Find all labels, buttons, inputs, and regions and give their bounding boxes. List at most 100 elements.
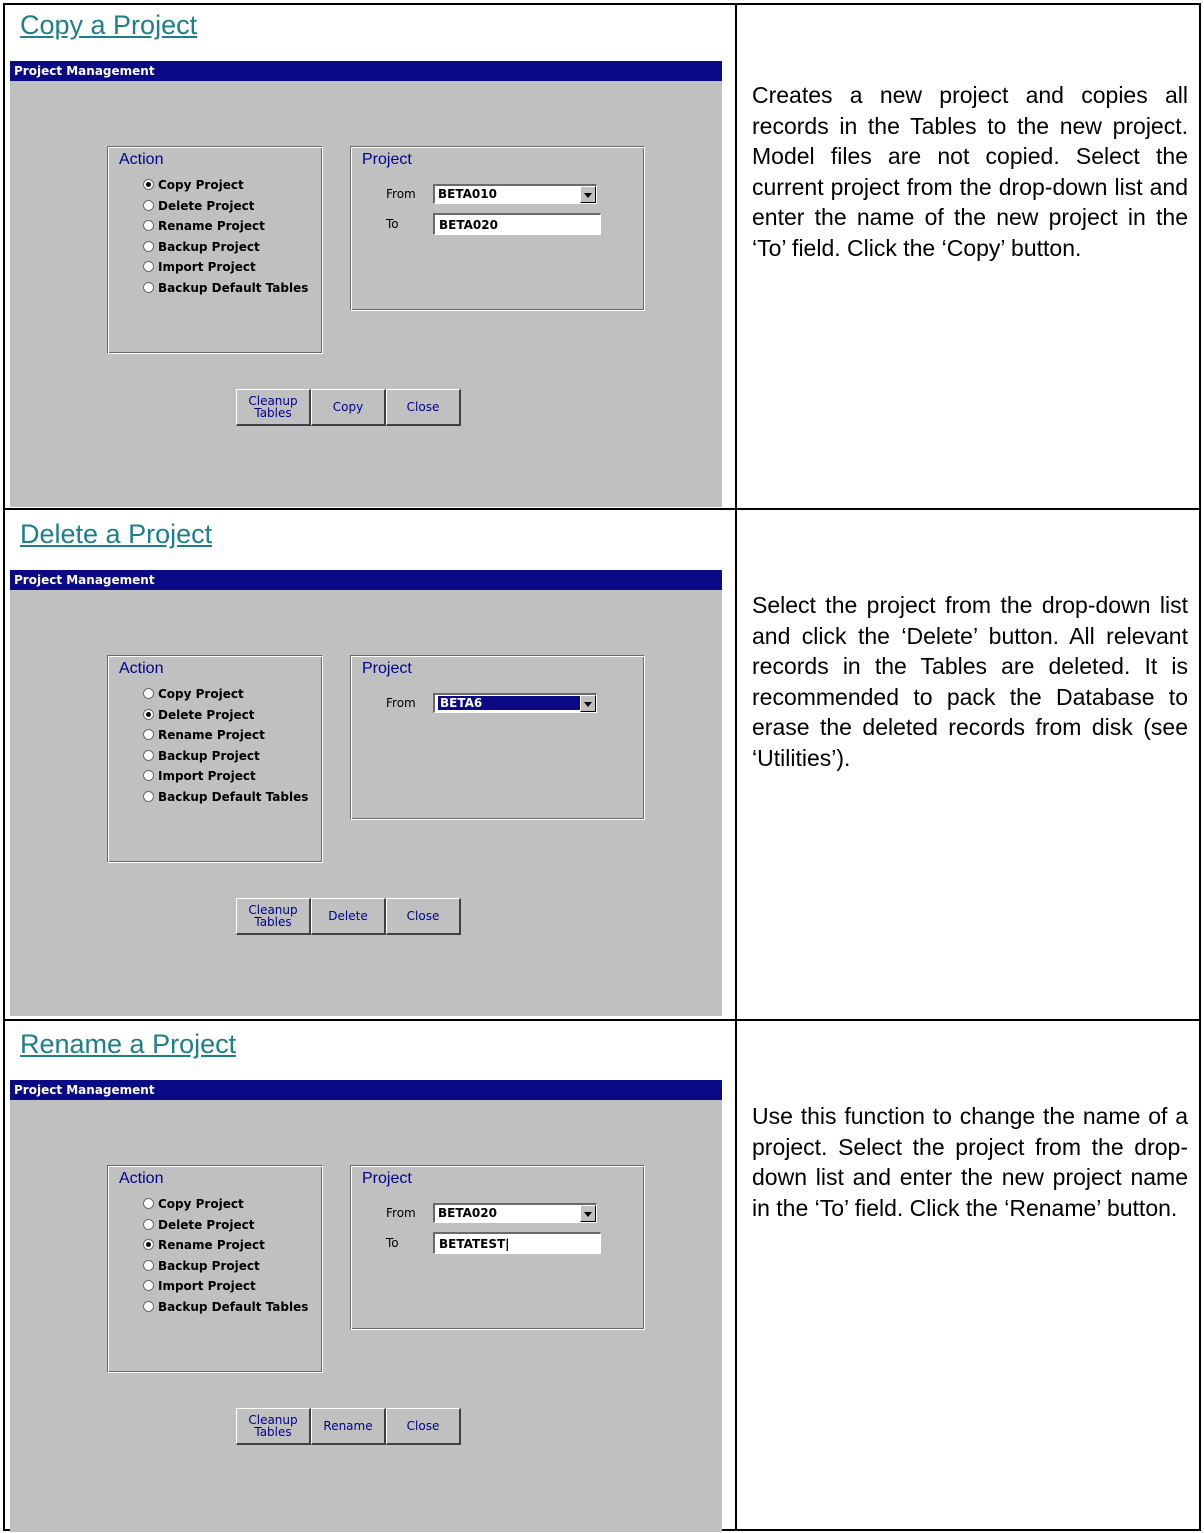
radio-copy-project[interactable]: Copy Project — [143, 1197, 244, 1215]
radio-icon[interactable] — [143, 770, 154, 781]
radio-backup-default-tables[interactable]: Backup Default Tables — [143, 790, 308, 808]
radio-icon[interactable] — [143, 1259, 154, 1271]
radio-icon[interactable] — [143, 1300, 154, 1312]
to-input-value: BETA020 — [439, 218, 498, 232]
action-group-title: Action — [119, 151, 164, 168]
section-description: Select the project from the drop-down li… — [752, 592, 1188, 771]
radio-icon[interactable] — [143, 199, 154, 211]
from-dropdown[interactable]: BETA020 — [433, 1203, 597, 1223]
rename-button[interactable]: Rename — [311, 1408, 386, 1445]
radio-icon[interactable] — [143, 179, 154, 190]
cleanup-button[interactable]: Cleanup Tables — [236, 898, 311, 935]
copy-button[interactable]: Copy — [311, 389, 386, 426]
radio-icon[interactable] — [143, 240, 154, 252]
action-group-title: Action — [119, 660, 164, 677]
section-title[interactable]: Delete a Project — [20, 519, 212, 550]
chevron-down-icon[interactable] — [580, 1205, 596, 1222]
radio-icon[interactable] — [143, 749, 154, 761]
section-description: Use this function to change the name of … — [752, 1103, 1188, 1221]
radio-label: Delete Project — [158, 198, 255, 213]
radio-icon[interactable] — [143, 220, 154, 231]
radio-icon[interactable] — [143, 1198, 154, 1209]
radio-backup-default-tables[interactable]: Backup Default Tables — [143, 281, 308, 299]
from-label: From — [386, 1206, 416, 1220]
radio-label: Rename Project — [158, 1238, 265, 1252]
radio-label: Rename Project — [158, 728, 265, 742]
section-title[interactable]: Copy a Project — [20, 10, 197, 41]
radio-rename-project[interactable]: Rename Project — [143, 219, 265, 237]
radio-label: Copy Project — [158, 178, 244, 192]
radio-backup-default-tables[interactable]: Backup Default Tables — [143, 1300, 308, 1318]
project-group-title: Project — [362, 151, 412, 168]
from-dropdown[interactable]: BETA010 — [433, 184, 597, 204]
cleanup-button[interactable]: Cleanup Tables — [236, 389, 311, 426]
to-input[interactable]: BETA020 — [433, 213, 601, 235]
action-group: Action Copy Project Delete Project Rename P… — [107, 146, 323, 354]
action-group: Action Copy Project Delete Project Rename P… — [107, 655, 323, 863]
radio-label: Delete Project — [158, 1217, 255, 1232]
project-management-window: Project Management Action Copy Project Dele… — [10, 61, 722, 507]
project-group: Project From BETA020 To BETATEST| — [350, 1165, 645, 1330]
close-button[interactable]: Close — [386, 1408, 461, 1445]
radio-import-project[interactable]: Import Project — [143, 1279, 256, 1297]
chevron-down-icon[interactable] — [580, 695, 596, 712]
radio-label: Copy Project — [158, 687, 244, 701]
project-group: Project From BETA6 — [350, 655, 645, 820]
project-management-window: Project Management Action Copy Project Dele… — [10, 570, 722, 1016]
to-input[interactable]: BETATEST| — [433, 1232, 601, 1254]
button-label: Cleanup Tables — [248, 394, 298, 420]
radio-icon[interactable] — [143, 281, 154, 293]
close-button[interactable]: Close — [386, 389, 461, 426]
radio-rename-project[interactable]: Rename Project — [143, 728, 265, 746]
from-dropdown-value: BETA010 — [438, 187, 497, 201]
delete-button[interactable]: Delete — [311, 898, 386, 935]
from-dropdown-value: BETA020 — [438, 1206, 497, 1220]
radio-icon[interactable] — [143, 708, 154, 720]
cleanup-button[interactable]: Cleanup Tables — [236, 1408, 311, 1445]
button-label: Cleanup Tables — [248, 1413, 298, 1439]
radio-label: Backup Project — [158, 748, 260, 763]
radio-rename-project[interactable]: Rename Project — [143, 1238, 265, 1256]
radio-label: Copy Project — [158, 1197, 244, 1211]
radio-backup-project[interactable]: Backup Project — [143, 240, 260, 258]
button-label: Cleanup Tables — [248, 903, 298, 929]
window-titlebar: Project Management — [10, 570, 722, 590]
section-description: Creates a new project and copies all rec… — [752, 82, 1188, 261]
radio-icon[interactable] — [143, 688, 154, 699]
to-input-value: BETATEST| — [439, 1237, 510, 1251]
radio-icon[interactable] — [143, 1218, 154, 1230]
radio-label: Backup Default Tables — [158, 789, 309, 804]
radio-icon[interactable] — [143, 1280, 154, 1291]
close-button[interactable]: Close — [386, 898, 461, 935]
radio-icon[interactable] — [143, 790, 154, 802]
from-dropdown-value: BETA6 — [438, 696, 580, 710]
from-label: From — [386, 187, 416, 201]
section-title[interactable]: Rename a Project — [20, 1029, 236, 1060]
radio-delete-project[interactable]: Delete Project — [143, 708, 254, 726]
radio-backup-project[interactable]: Backup Project — [143, 1259, 260, 1277]
radio-label: Backup Project — [158, 1258, 260, 1273]
window-titlebar: Project Management — [10, 1080, 722, 1100]
radio-icon[interactable] — [143, 1239, 154, 1250]
radio-import-project[interactable]: Import Project — [143, 260, 256, 278]
to-label: To — [386, 217, 399, 231]
radio-label: Import Project — [158, 769, 256, 783]
radio-backup-project[interactable]: Backup Project — [143, 749, 260, 767]
chevron-down-icon[interactable] — [580, 186, 596, 203]
radio-label: Backup Project — [158, 239, 260, 254]
radio-icon[interactable] — [143, 261, 154, 272]
window-titlebar: Project Management — [10, 61, 722, 81]
radio-icon[interactable] — [143, 729, 154, 740]
radio-delete-project[interactable]: Delete Project — [143, 1218, 254, 1236]
radio-copy-project[interactable]: Copy Project — [143, 178, 244, 196]
radio-label: Rename Project — [158, 219, 265, 233]
radio-import-project[interactable]: Import Project — [143, 769, 256, 787]
from-dropdown[interactable]: BETA6 — [433, 693, 597, 713]
project-group-title: Project — [362, 1170, 412, 1187]
action-group-title: Action — [119, 1170, 164, 1187]
radio-delete-project[interactable]: Delete Project — [143, 199, 254, 217]
radio-label: Backup Default Tables — [158, 280, 309, 295]
radio-label: Delete Project — [158, 707, 255, 722]
radio-copy-project[interactable]: Copy Project — [143, 687, 244, 705]
row-divider — [3, 1019, 1201, 1021]
